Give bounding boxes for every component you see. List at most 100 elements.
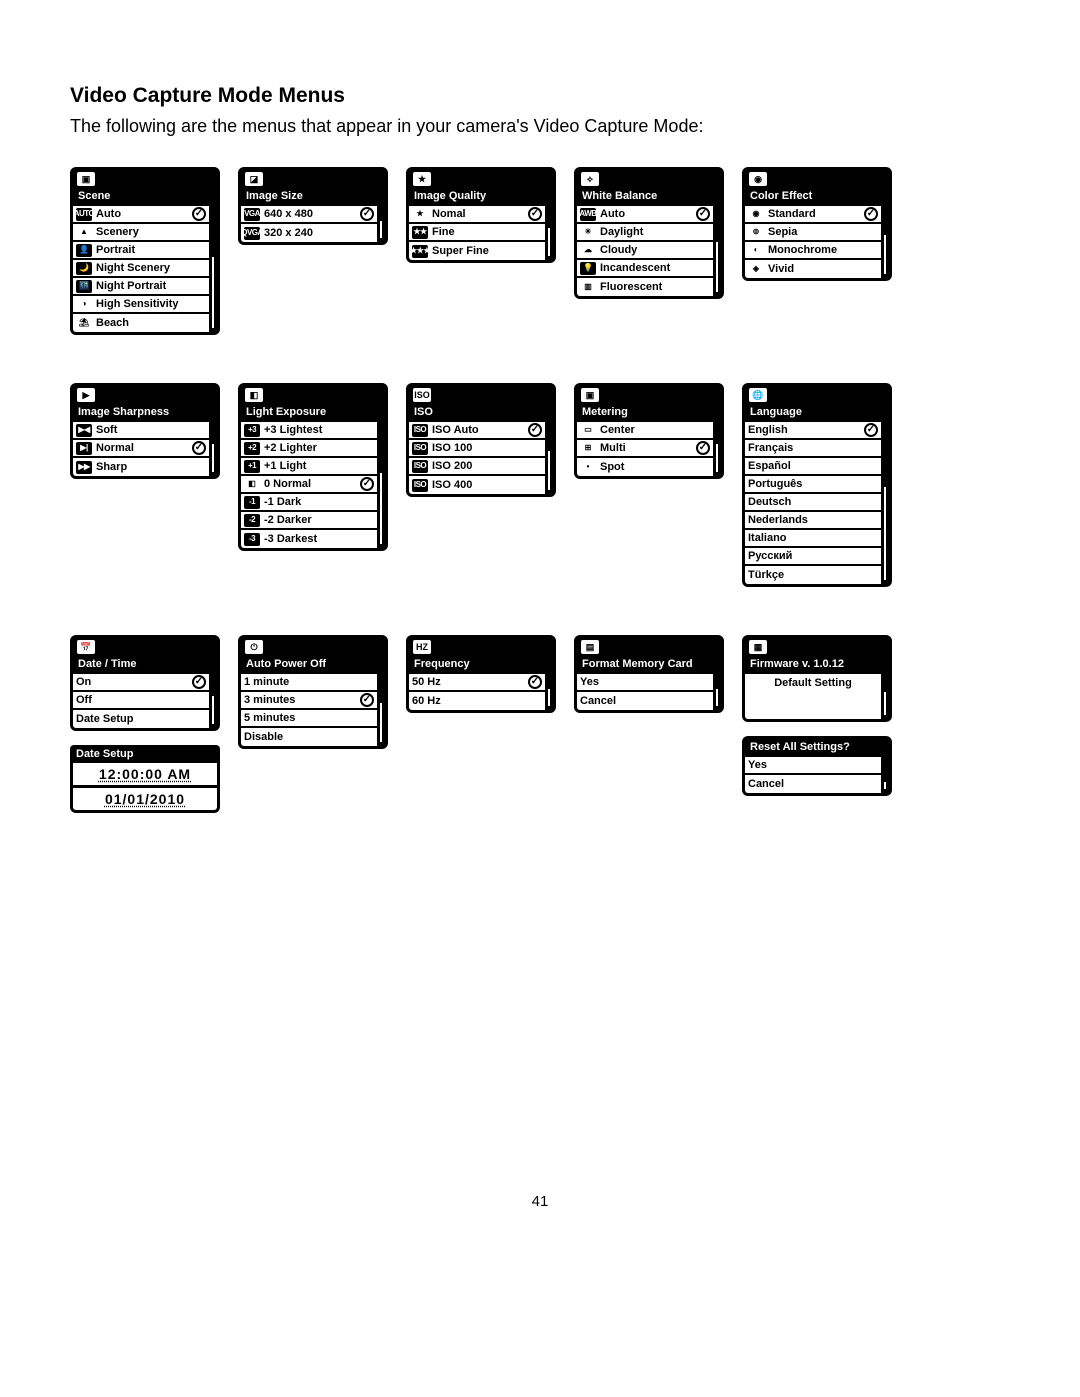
scrollbar[interactable] (547, 676, 551, 707)
menu-item-label: Super Fine (432, 245, 489, 257)
check-icon: ✓ (360, 477, 374, 491)
scrollbar[interactable] (883, 208, 887, 275)
menu-items: ◉Standard✓⊚Sepia◐Monochrome◈Vivid (745, 205, 881, 278)
menu-item[interactable]: Default Setting (745, 674, 881, 692)
menu-item[interactable]: Türkçe (745, 566, 881, 584)
menu-item[interactable]: 5 minutes (241, 710, 377, 728)
menu-item-label: Off (76, 694, 92, 706)
menu-item[interactable]: ▶◀Soft (73, 422, 209, 440)
menu-item[interactable]: ▥Fluorescent (577, 278, 713, 296)
menu-item[interactable]: ◈Vivid (745, 260, 881, 278)
scrollbar[interactable] (715, 424, 719, 473)
menu-item[interactable]: •Spot (577, 458, 713, 476)
menu-item[interactable]: ▭Center (577, 422, 713, 440)
menu-item[interactable]: Deutsch (745, 494, 881, 512)
menu-item[interactable]: Français (745, 440, 881, 458)
menu-item[interactable]: 🌃Night Portrait (73, 278, 209, 296)
menu-item[interactable]: Yes (577, 674, 713, 692)
menu-item[interactable]: ☁Cloudy (577, 242, 713, 260)
menu-item[interactable]: 50 Hz✓ (409, 674, 545, 692)
menu-item[interactable]: ▶|Normal✓ (73, 440, 209, 458)
menu-item-label: Default Setting (774, 677, 852, 689)
menu-item[interactable]: Español (745, 458, 881, 476)
menu-item[interactable]: ISOISO Auto✓ (409, 422, 545, 440)
menu-item[interactable]: Português (745, 476, 881, 494)
menu-item[interactable]: ⛱Beach (73, 314, 209, 332)
menu-item[interactable]: +2+2 Lighter (241, 440, 377, 458)
menu-item[interactable]: ⊞Multi✓ (577, 440, 713, 458)
menu-item[interactable]: Off (73, 692, 209, 710)
menu-tab: ISO (409, 386, 553, 404)
menu-item-label: 1 minute (244, 676, 289, 688)
item-icon: +2 (244, 442, 260, 455)
menu-item-label: ISO 100 (432, 442, 472, 454)
menu-item[interactable]: ISOISO 100 (409, 440, 545, 458)
menu-item[interactable]: AWBAuto✓ (577, 206, 713, 224)
menu-item[interactable]: Italiano (745, 530, 881, 548)
menu-item-label: Cloudy (600, 244, 637, 256)
scrollbar[interactable] (211, 424, 215, 473)
menu-item[interactable]: ◧0 Normal✓ (241, 476, 377, 494)
menu-item[interactable]: 🌙Night Scenery (73, 260, 209, 278)
scrollbar[interactable] (883, 777, 887, 790)
menu-item[interactable]: ISOISO 400 (409, 476, 545, 494)
menu-item[interactable]: +1+1 Light (241, 458, 377, 476)
scrollbar[interactable] (883, 424, 887, 581)
menu-item[interactable]: ◐Monochrome (745, 242, 881, 260)
menu-item[interactable]: English✓ (745, 422, 881, 440)
scrollbar[interactable] (715, 208, 719, 293)
menu-item[interactable]: 3 minutes✓ (241, 692, 377, 710)
menu-item[interactable]: ◉Standard✓ (745, 206, 881, 224)
item-icon: ⊞ (580, 442, 596, 455)
item-icon: AUTO (76, 208, 92, 221)
menu-item-label: Italiano (748, 532, 787, 544)
page-title: Video Capture Mode Menus (70, 84, 1010, 108)
scrollbar[interactable] (211, 208, 215, 329)
menu-item[interactable]: Disable (241, 728, 377, 746)
menu-item[interactable]: ◑High Sensitivity (73, 296, 209, 314)
menu-item[interactable]: ISOISO 200 (409, 458, 545, 476)
menu-item[interactable]: -2-2 Darker (241, 512, 377, 530)
scrollbar[interactable] (883, 676, 887, 716)
menu-item[interactable]: -3-3 Darkest (241, 530, 377, 548)
menu-item[interactable]: ★★★ Super Fine (409, 242, 545, 260)
menu-item[interactable]: +3+3 Lightest (241, 422, 377, 440)
menu-item[interactable]: Русский (745, 548, 881, 566)
menu-item[interactable]: ★Nomal✓ (409, 206, 545, 224)
scrollbar[interactable] (379, 208, 383, 239)
menu-item[interactable]: Cancel (577, 692, 713, 710)
item-icon: +3 (244, 424, 260, 437)
menu-item[interactable]: 💡Incandescent (577, 260, 713, 278)
menu-datetime: 📅Date / TimeOn✓OffDate Setup (70, 635, 220, 731)
scrollbar[interactable] (715, 676, 719, 707)
scrollbar[interactable] (379, 676, 383, 743)
menu-item[interactable]: ▶▶Sharp (73, 458, 209, 476)
menu-item[interactable]: AUTOAuto✓ (73, 206, 209, 224)
menu-item[interactable]: 60 Hz (409, 692, 545, 710)
date-setup-date[interactable]: 01/01/2010 (70, 788, 220, 813)
menu-item[interactable]: 👤Portrait (73, 242, 209, 260)
menu-item[interactable]: Nederlands (745, 512, 881, 530)
menu-item[interactable]: QVGA320 x 240 (241, 224, 377, 242)
menu-item[interactable]: Cancel (745, 775, 881, 793)
menu-item[interactable]: ▲Scenery (73, 224, 209, 242)
menu-item[interactable]: 1 minute (241, 674, 377, 692)
menu-item[interactable]: On✓ (73, 674, 209, 692)
menu-item[interactable]: -1-1 Dark (241, 494, 377, 512)
menu-item[interactable]: Yes (745, 757, 881, 775)
menu-item[interactable]: Date Setup (73, 710, 209, 728)
scrollbar[interactable] (547, 424, 551, 491)
menu-tab-icon: ◉ (749, 172, 767, 186)
menu-white-balance: ⟡White BalanceAWBAuto✓☀Daylight☁Cloudy💡I… (574, 167, 724, 299)
menu-item-label: Night Scenery (96, 262, 170, 274)
date-setup-time[interactable]: 12:00:00 AM (70, 763, 220, 788)
item-icon: ★★★ (412, 245, 428, 258)
menu-item-label: Vivid (768, 263, 794, 275)
scrollbar[interactable] (211, 676, 215, 725)
menu-item[interactable]: ★★Fine (409, 224, 545, 242)
menu-item[interactable]: ☀Daylight (577, 224, 713, 242)
scrollbar[interactable] (379, 424, 383, 545)
menu-item[interactable]: ⊚Sepia (745, 224, 881, 242)
menu-item[interactable]: VGA640 x 480✓ (241, 206, 377, 224)
scrollbar[interactable] (547, 208, 551, 257)
